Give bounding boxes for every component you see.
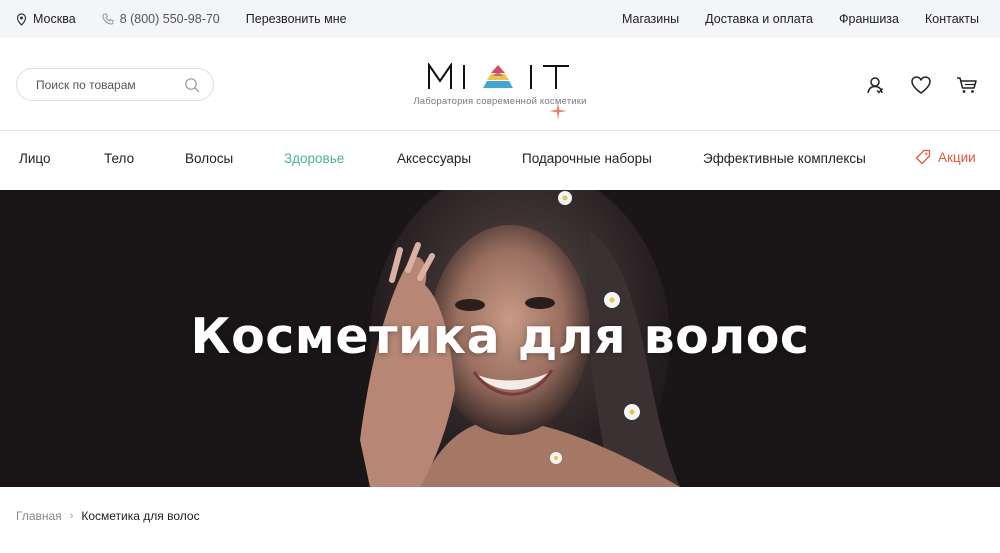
breadcrumb-separator: › [69, 510, 74, 522]
city-selector[interactable]: Москва [16, 12, 76, 26]
cart-icon [957, 77, 977, 93]
phone-number: 8 (800) 550-98-70 [119, 12, 220, 26]
hero-title: Косметика для волос [190, 308, 810, 365]
category-nav: Лицо Тело Волосы Здоровье Аксессуары Под… [0, 131, 1000, 190]
nav-item-gift-sets[interactable]: Подарочные наборы [522, 131, 652, 190]
link-delivery[interactable]: Доставка и оплата [705, 12, 813, 26]
top-bar-right: Магазины Доставка и оплата Франшиза Конт… [622, 0, 979, 38]
phone-icon [102, 13, 114, 25]
top-bar-left: Москва 8 (800) 550-98-70 Перезвонить мне [16, 0, 347, 38]
link-franchise[interactable]: Франшиза [839, 12, 899, 26]
nav-item-promo[interactable]: Акции [915, 149, 976, 165]
mixit-logo[interactable]: Лаборатория современной косметики [405, 61, 595, 121]
breadcrumb-home[interactable]: Главная [16, 509, 62, 523]
header: Поиск по товарам Лаборатория современной… [0, 38, 1000, 131]
phone-link[interactable]: 8 (800) 550-98-70 [102, 12, 220, 26]
search-icon[interactable] [184, 77, 200, 93]
nav-item-accessories[interactable]: Аксессуары [397, 131, 471, 190]
breadcrumb-current: Косметика для волос [81, 509, 200, 523]
search-input[interactable]: Поиск по товарам [16, 68, 214, 101]
header-icons [840, 74, 978, 96]
logo-wordmark [428, 63, 569, 89]
nav-item-body[interactable]: Тело [104, 131, 134, 190]
user-icon [867, 77, 884, 94]
nav-item-health[interactable]: Здоровье [284, 131, 344, 190]
tag-icon [915, 149, 931, 165]
city-label: Москва [33, 12, 76, 26]
heart-icon [911, 76, 931, 94]
link-stores[interactable]: Магазины [622, 12, 679, 26]
breadcrumb: Главная › Косметика для волос [16, 509, 200, 523]
callback-label: Перезвонить мне [245, 12, 347, 26]
top-bar: Москва 8 (800) 550-98-70 Перезвонить мне… [0, 0, 1000, 38]
nav-item-complexes[interactable]: Эффективные комплексы [703, 131, 866, 190]
logo-star-icon [549, 102, 567, 120]
promo-label: Акции [938, 149, 976, 165]
link-contacts[interactable]: Контакты [925, 12, 979, 26]
favorites-button[interactable] [910, 74, 932, 96]
location-pin-icon [16, 12, 27, 26]
account-button[interactable] [864, 74, 886, 96]
cart-button[interactable] [956, 74, 978, 96]
hero-banner: Косметика для волос [0, 190, 1000, 487]
callback-link[interactable]: Перезвонить мне [246, 12, 347, 26]
nav-item-face[interactable]: Лицо [19, 131, 51, 190]
nav-item-hair[interactable]: Волосы [185, 131, 233, 190]
